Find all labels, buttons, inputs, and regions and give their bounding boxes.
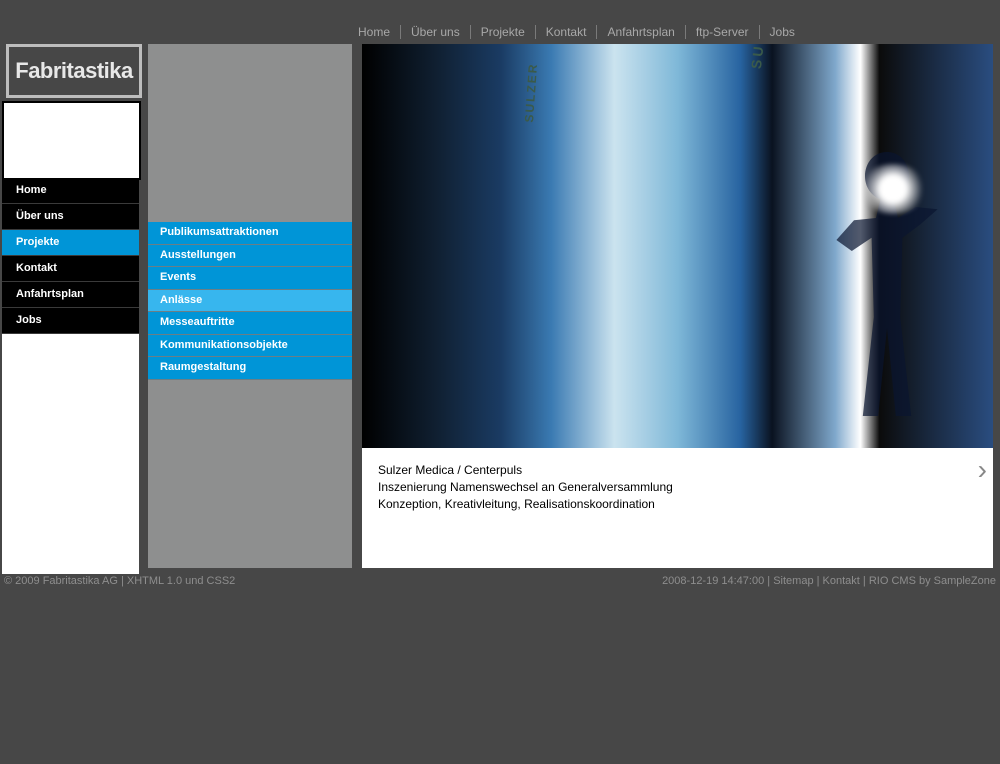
- light-glow: [858, 164, 928, 214]
- sidebar-item-jobs[interactable]: Jobs: [2, 308, 139, 334]
- logo-image-placeholder: [2, 101, 141, 180]
- topnav-home[interactable]: Home: [348, 25, 401, 39]
- next-arrow-icon[interactable]: ›: [978, 454, 987, 486]
- caption-line-3: Konzeption, Kreativleitung, Realisations…: [378, 496, 977, 513]
- caption-line-1: Sulzer Medica / Centerpuls: [378, 462, 977, 479]
- hero-banner-text-1: SULZER: [522, 62, 540, 123]
- topnav-jobs[interactable]: Jobs: [760, 25, 805, 39]
- footer-left: © 2009 Fabritastika AG | XHTML 1.0 und C…: [4, 575, 235, 587]
- footer-cms-link[interactable]: RIO CMS by SampleZone: [869, 575, 996, 587]
- subnav-ausstellungen[interactable]: Ausstellungen: [148, 245, 352, 268]
- sidebar-item-home[interactable]: Home: [2, 178, 139, 204]
- subnav-publikumsattraktionen[interactable]: Publikumsattraktionen: [148, 222, 352, 245]
- sidebar-item-uberuns[interactable]: Über uns: [2, 204, 139, 230]
- subnav-anlasse[interactable]: Anlässe: [148, 290, 352, 313]
- subnav-kommunikationsobjekte[interactable]: Kommunikationsobjekte: [148, 335, 352, 358]
- brand-logo[interactable]: Fabritastika: [6, 44, 142, 98]
- top-nav: HomeÜber unsProjekteKontaktAnfahrtsplanf…: [348, 25, 805, 39]
- caption-line-2: Inszenierung Namenswechsel an Generalver…: [378, 479, 977, 496]
- subnav-events[interactable]: Events: [148, 267, 352, 290]
- hero-image: SULZER SULZER ME: [362, 44, 993, 448]
- sidebar-nav: Home Über uns Projekte Kontakt Anfahrtsp…: [2, 178, 139, 574]
- sidebar-item-anfahrtsplan[interactable]: Anfahrtsplan: [2, 282, 139, 308]
- topnav-projekte[interactable]: Projekte: [471, 25, 536, 39]
- topnav-ftp[interactable]: ftp-Server: [686, 25, 760, 39]
- subpanel: Publikumsattraktionen Ausstellungen Even…: [148, 44, 352, 568]
- subnav-messeauftritte[interactable]: Messeauftritte: [148, 312, 352, 335]
- subnav: Publikumsattraktionen Ausstellungen Even…: [148, 222, 352, 380]
- topnav-kontakt[interactable]: Kontakt: [536, 25, 598, 39]
- footer: © 2009 Fabritastika AG | XHTML 1.0 und C…: [0, 575, 1000, 593]
- footer-right: 2008-12-19 14:47:00 | Sitemap | Kontakt …: [662, 575, 996, 587]
- hero-caption: Sulzer Medica / Centerpuls Inszenierung …: [362, 448, 993, 568]
- footer-standards-link[interactable]: XHTML 1.0 und CSS2: [127, 575, 235, 587]
- footer-sitemap-link[interactable]: Sitemap: [773, 575, 813, 587]
- sidebar-item-projekte[interactable]: Projekte: [2, 230, 139, 256]
- sidebar-spacer: [2, 334, 139, 574]
- footer-kontakt-link[interactable]: Kontakt: [823, 575, 860, 587]
- hero-area: SULZER SULZER ME › Sulzer Medica / Cente…: [362, 44, 993, 568]
- footer-copyright: © 2009 Fabritastika AG: [4, 575, 118, 587]
- sidebar-item-kontakt[interactable]: Kontakt: [2, 256, 139, 282]
- topnav-uberuns[interactable]: Über uns: [401, 25, 471, 39]
- footer-timestamp: 2008-12-19 14:47:00: [662, 575, 764, 587]
- hero-banner-text-2: SULZER ME: [748, 44, 775, 70]
- topnav-anfahrtsplan[interactable]: Anfahrtsplan: [597, 25, 685, 39]
- subnav-raumgestaltung[interactable]: Raumgestaltung: [148, 357, 352, 380]
